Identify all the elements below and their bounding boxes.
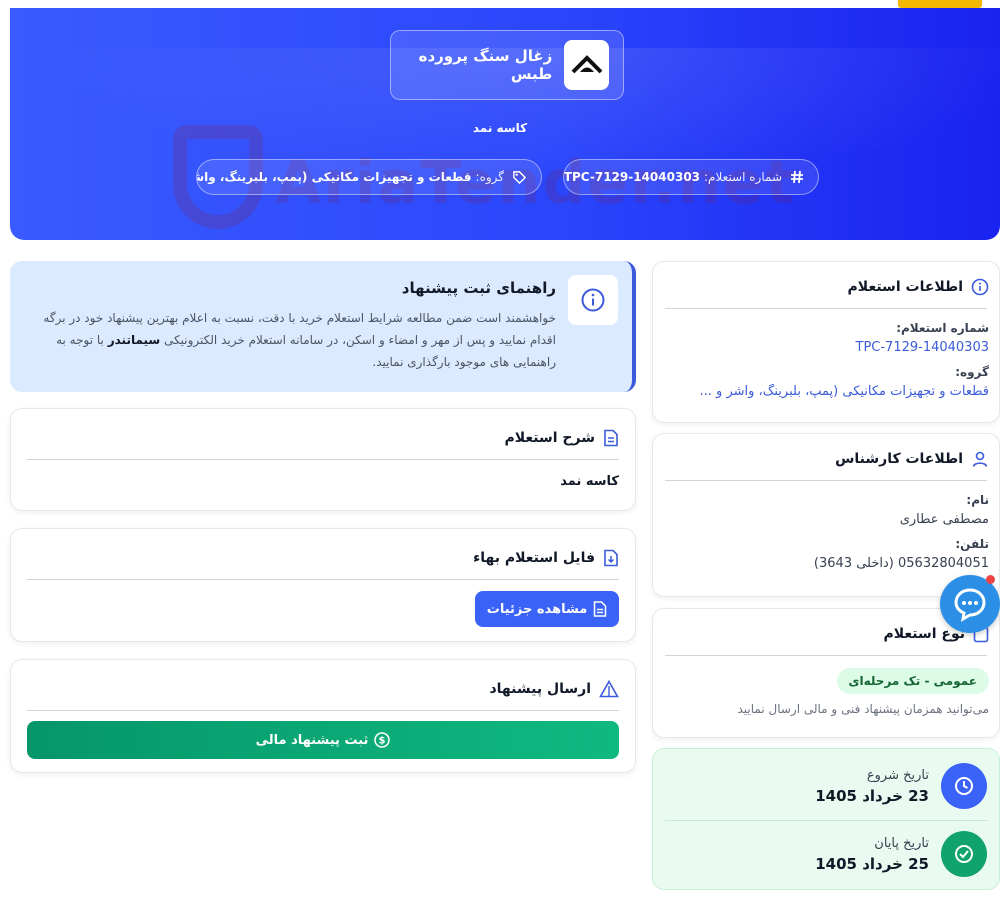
svg-text:$: $ [379,736,386,747]
end-date-value: 25 خرداد 1405 [815,854,929,873]
price-file-title: فایل استعلام بهاء [473,550,595,566]
start-date-value: 23 خرداد 1405 [815,786,929,805]
start-date-row: تاریخ شروع 23 خرداد 1405 [815,763,987,809]
submit-financial-offer-label: ثبت پیشنهاد مالی [255,732,369,748]
inquiry-type-title: نوع استعلام [883,626,965,642]
divider [665,308,987,309]
inquiry-number-label: شماره استعلام: [704,170,782,184]
chat-bubble-icon [954,588,986,622]
dates-card: تاریخ شروع 23 خرداد 1405 تاریخ پایان 25 … [652,748,1000,890]
company-name: زغال سنگ پرورده طبس [418,47,553,83]
group-value: قطعات و تجهیزات مکانیکی (پمپ، بلبرینگ، و… [197,170,472,184]
guide-brand: سیماتندر [107,333,161,347]
end-date-label: تاریخ پایان [874,835,929,851]
group-label: گروه: [955,365,989,379]
view-details-label: مشاهده جزئیات [486,601,588,617]
end-date-row: تاریخ پایان 25 خرداد 1405 [815,831,987,877]
description-card: شرح استعلام کاسه نمد [10,408,636,511]
inquiry-info-title: اطلاعات استعلام [847,279,963,295]
divider [665,480,987,481]
inquiry-type-card: نوع استعلام عمومی - تک مرحله‌ای می‌توانی… [652,608,1000,738]
check-circle-icon [941,831,987,877]
price-file-card: فایل استعلام بهاء مشاهده جزئیات [10,528,636,642]
expert-name: مصطفی عطاری [899,512,989,527]
phone-label: تلفن: [955,537,989,551]
document-icon [593,601,607,617]
inquiry-type-badge: عمومی - تک مرحله‌ای [836,668,989,694]
inquiry-type-note: می‌توانید همزمان پیشنهاد فنی و مالی ارسا… [737,702,989,716]
send-icon [599,680,619,698]
info-circle-icon [568,275,618,325]
group-link[interactable]: قطعات و تجهیزات مکانیکی (پمپ، بلبرینگ، و… [653,384,999,399]
send-offer-title: ارسال پیشنهاد [489,681,591,697]
group-label: گروه: [475,170,504,184]
guide-text: خواهشمند است ضمن مطالعه شرایط استعلام خر… [32,307,556,373]
description-title: شرح استعلام [504,430,595,446]
inquiry-number-value: TPC-7129-14040303 [563,170,701,184]
dollar-icon: $ [374,732,391,748]
file-download-icon [603,549,619,567]
inquiry-subject: کاسه نمد [472,121,528,135]
guide-title: راهنمای ثبت پیشنهاد [401,279,556,297]
divider [665,820,987,821]
hash-icon [790,170,804,184]
send-offer-card: ارسال پیشنهاد $ ثبت پیشنهاد مالی [10,659,636,773]
expert-info-title: اطلاعات کارشناس [835,451,963,467]
divider [27,710,619,711]
submission-guide: راهنمای ثبت پیشنهاد خواهشمند است ضمن مطا… [10,261,636,392]
divider [27,579,619,580]
company-card: زغال سنگ پرورده طبس [390,30,624,100]
inquiry-number-link[interactable]: TPC-7129-14040303 [653,340,999,355]
expert-phone: 05632804051 (داخلی 3643) [813,556,989,571]
tag-icon [512,170,527,185]
expert-info-card: اطلاعات کارشناس نام: مصطفی عطاری تلفن: 0… [652,433,1000,597]
name-label: نام: [966,493,989,507]
company-logo [564,40,609,90]
submit-financial-offer-button[interactable]: $ ثبت پیشنهاد مالی [27,721,619,759]
start-date-label: تاریخ شروع [866,767,929,783]
document-icon [603,429,619,447]
group-pill: گروه: قطعات و تجهیزات مکانیکی (پمپ، بلبر… [196,159,542,195]
info-icon [971,278,989,296]
description-body: کاسه نمد [560,474,619,489]
inquiry-number-label: شماره استعلام: [896,321,989,335]
view-details-button[interactable]: مشاهده جزئیات [475,591,619,627]
accent-tab [898,0,982,8]
clock-icon [941,763,987,809]
user-icon [971,450,989,468]
inquiry-number-pill: شماره استعلام: TPC-7129-14040303 [563,159,819,195]
notification-dot [986,575,995,584]
inquiry-info-card: اطلاعات استعلام شماره استعلام: TPC-7129-… [652,261,1000,423]
